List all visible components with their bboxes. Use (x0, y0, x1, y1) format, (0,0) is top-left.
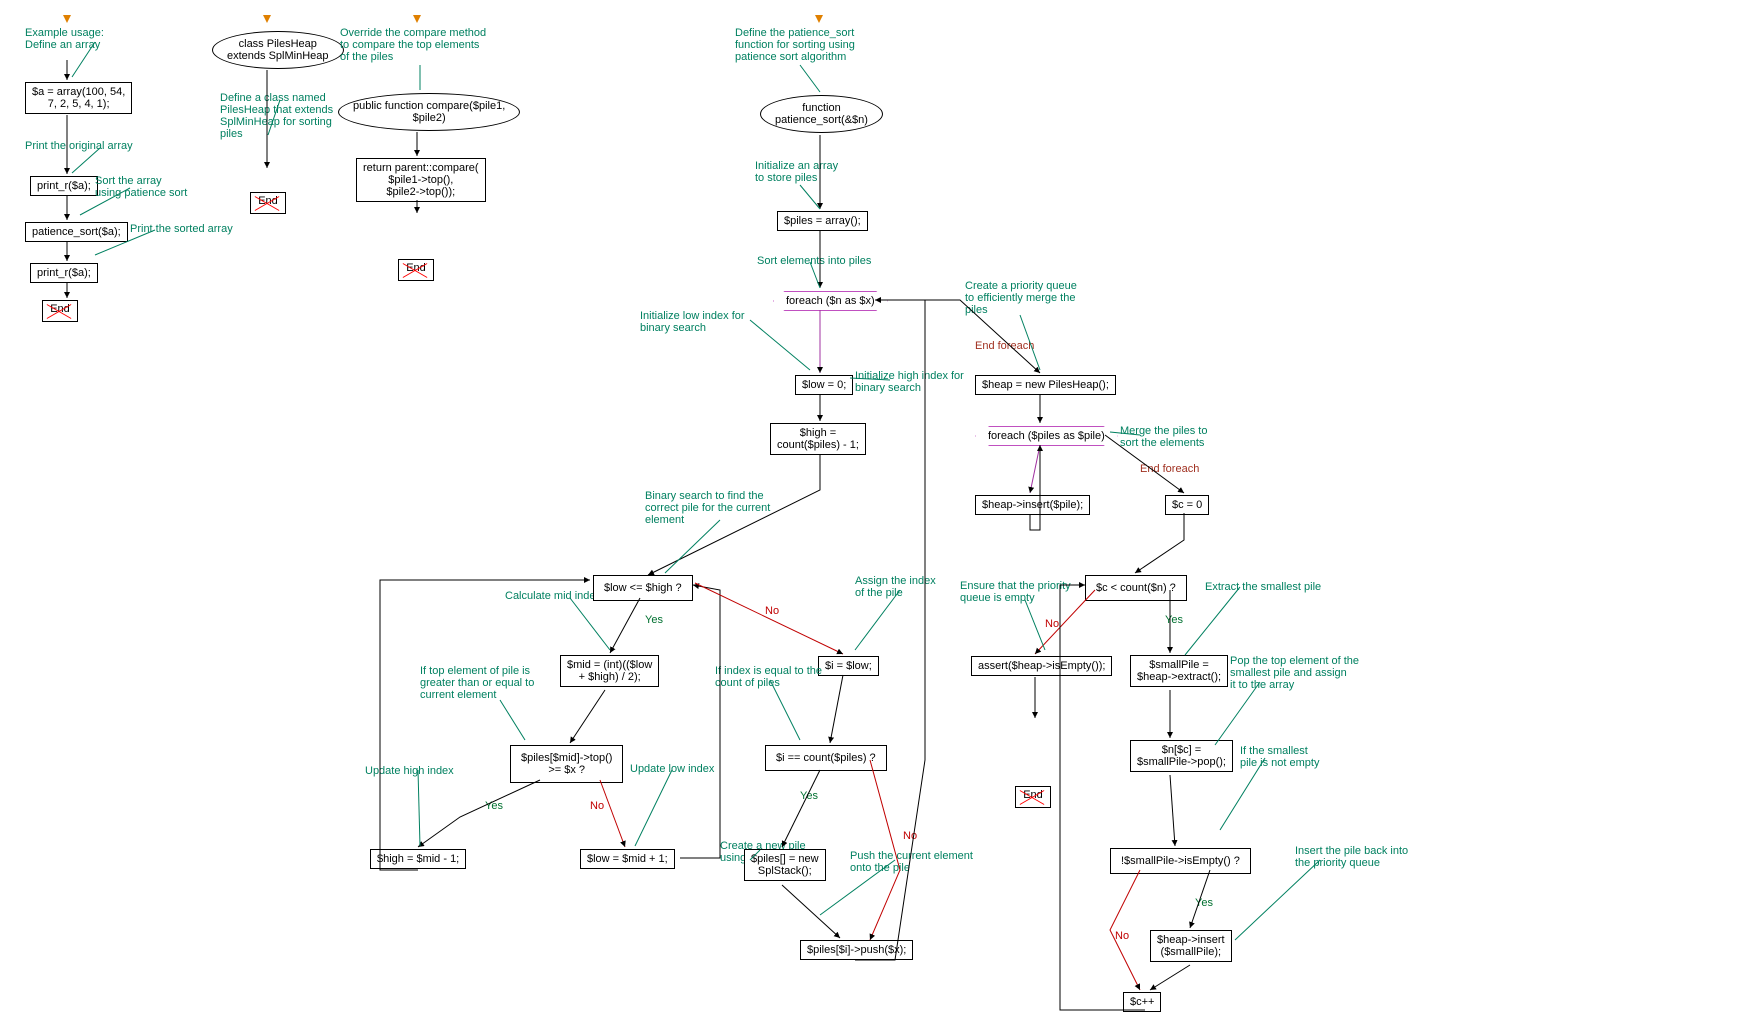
label-yes-5: Yes (1195, 897, 1213, 909)
ann-define-class: Define a class named PilesHeap that exte… (220, 92, 333, 140)
cond-i-count: $i == count($piles) ? (765, 745, 887, 771)
ann-pop: Pop the top element of the smallest pile… (1230, 655, 1359, 691)
label-no-4: No (1045, 618, 1059, 630)
node-low-zero: $low = 0; (795, 375, 853, 395)
end-col1: End (42, 300, 78, 322)
node-insert-smallpile: $heap->insert ($smallPile); (1150, 930, 1232, 962)
node-printr2: print_r($a); (30, 263, 98, 283)
node-i-low: $i = $low; (818, 656, 879, 676)
ann-if-empty: If the smallest pile is not empty (1240, 745, 1319, 769)
cond-smallpile-empty: !$smallPile->isEmpty() ? (1110, 848, 1251, 874)
node-assert: assert($heap->isEmpty()); (971, 656, 1112, 676)
ann-low: Initialize low index for binary search (640, 310, 745, 334)
ann-update-high: Update high index (365, 765, 454, 777)
cond-top: $piles[$mid]->top() >= $x ? (510, 745, 623, 783)
ann-binsearch: Binary search to find the correct pile f… (645, 490, 770, 526)
node-c-zero: $c = 0 (1165, 495, 1209, 515)
ann-ensure-empty: Ensure that the priority queue is empty (960, 580, 1071, 604)
ann-update-low: Update low index (630, 763, 714, 775)
label-no-1: No (765, 605, 779, 617)
foreach-piles: foreach ($piles as $pile) (975, 426, 1118, 446)
ann-heap: Create a priority queue to efficiently m… (965, 280, 1077, 316)
end-col3: End (398, 259, 434, 281)
node-heap-insert: $heap->insert($pile); (975, 495, 1090, 515)
node-printr1: print_r($a); (30, 176, 98, 196)
ann-merge: Merge the piles to sort the elements (1120, 425, 1207, 449)
label-yes-4: Yes (1165, 614, 1183, 626)
ann-print-sorted: Print the sorted array (130, 223, 233, 235)
node-pop: $n[$c] = $smallPile->pop(); (1130, 740, 1233, 772)
node-return-compare: return parent::compare( $pile1->top(), $… (356, 158, 486, 202)
node-heap-new: $heap = new PilesHeap(); (975, 375, 1116, 395)
ann-if-idx: If index is equal to the count of piles (715, 665, 822, 689)
ann-main-fn: Define the patience_sort function for so… (735, 27, 855, 63)
ann-calcmid: Calculate mid index (505, 590, 601, 602)
node-array-def: $a = array(100, 54, 7, 2, 5, 4, 1); (25, 82, 132, 114)
ann-extract: Extract the smallest pile (1205, 581, 1321, 593)
ann-assign-idx: Assign the index of the pile (855, 575, 936, 599)
ann-high: Initialize high index for binary search (855, 370, 964, 394)
end-col2: End (250, 192, 286, 214)
label-yes-1: Yes (645, 614, 663, 626)
label-yes-3: Yes (800, 790, 818, 802)
ann-override: Override the compare method to compare t… (340, 27, 486, 63)
label-no-3: No (903, 830, 917, 842)
ann-print-orig: Print the original array (25, 140, 133, 152)
node-patience-sort-call: patience_sort($a); (25, 222, 128, 242)
entry-arrow-1 (63, 15, 71, 23)
foreach-n-as-x: foreach ($n as $x) (773, 291, 888, 311)
ann-init-piles: Initialize an array to store piles (755, 160, 838, 184)
label-endforeach1: End foreach (975, 340, 1034, 352)
entry-arrow-main (815, 15, 823, 23)
end-main-assert: End (1015, 786, 1051, 808)
ann-insert-back: Insert the pile back into the priority q… (1295, 845, 1408, 869)
node-extract: $smallPile = $heap->extract(); (1130, 655, 1228, 687)
node-class-pilesheap: class PilesHeap extends SplMinHeap (212, 31, 344, 69)
ann-iftop: If top element of pile is greater than o… (420, 665, 534, 701)
node-new-splstack: $piles[] = new SplStack(); (744, 849, 826, 881)
ann-push: Push the current element onto the pile (850, 850, 973, 874)
entry-arrow-2 (263, 15, 271, 23)
node-high-count: $high = count($piles) - 1; (770, 423, 866, 455)
cond-low-high: $low <= $high ? (593, 575, 693, 601)
ann-define-array: Example usage: Define an array (25, 27, 104, 51)
ann-sort-piles: Sort elements into piles (757, 255, 871, 267)
node-c-plusplus: $c++ (1123, 992, 1161, 1012)
node-push: $piles[$i]->push($x); (800, 940, 913, 960)
node-compare-fn: public function compare($pile1, $pile2) (338, 93, 520, 131)
cond-c-count: $c < count($n) ? (1085, 575, 1187, 601)
entry-arrow-3 (413, 15, 421, 23)
node-set-low: $low = $mid + 1; (580, 849, 675, 869)
connector-lines (0, 0, 1745, 1033)
node-function-def: function patience_sort(&$n) (760, 95, 883, 133)
label-no-2: No (590, 800, 604, 812)
label-no-5: No (1115, 930, 1129, 942)
label-yes-2: Yes (485, 800, 503, 812)
ann-sort-array: Sort the array using patience sort (95, 175, 187, 199)
node-mid-calc: $mid = (int)(($low + $high) / 2); (560, 655, 659, 687)
node-piles-array: $piles = array(); (777, 211, 868, 231)
node-set-high: $high = $mid - 1; (370, 849, 466, 869)
label-endforeach2: End foreach (1140, 463, 1199, 475)
